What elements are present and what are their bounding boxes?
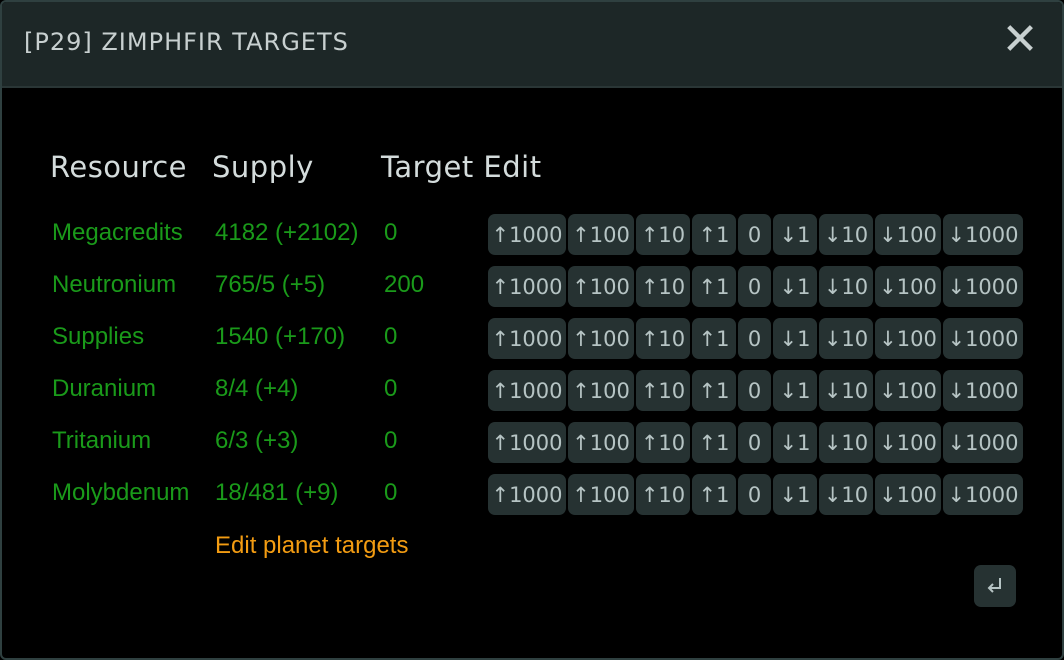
adjust-button[interactable]: ↓1000 bbox=[943, 214, 1023, 255]
adjust-button[interactable]: 0 bbox=[738, 474, 771, 515]
close-icon[interactable]: ✕ bbox=[1000, 18, 1040, 62]
target-value: 0 bbox=[384, 479, 398, 506]
adjust-button[interactable]: 0 bbox=[738, 422, 771, 463]
supply-value: 1540 (+170) bbox=[215, 323, 346, 350]
resource-name: Megacredits bbox=[52, 219, 183, 246]
adjust-button[interactable]: ↑10 bbox=[636, 474, 690, 515]
supply-value: 4182 (+2102) bbox=[215, 219, 359, 246]
adjust-button[interactable]: ↓1000 bbox=[943, 422, 1023, 463]
adjust-button[interactable]: ↑1000 bbox=[488, 422, 566, 463]
adjust-button[interactable]: ↓10 bbox=[819, 266, 873, 307]
target-adjust-buttons: ↑1000 ↑100 ↑10 ↑1 0 ↓1 ↓10 ↓100 ↓1000 bbox=[488, 214, 1023, 255]
target-adjust-buttons: ↑1000 ↑100 ↑10 ↑1 0 ↓1 ↓10 ↓100 ↓1000 bbox=[488, 370, 1023, 411]
adjust-button[interactable]: ↑1 bbox=[692, 214, 736, 255]
target-adjust-buttons: ↑1000 ↑100 ↑10 ↑1 0 ↓1 ↓10 ↓100 ↓1000 bbox=[488, 474, 1023, 515]
adjust-button[interactable]: ↓100 bbox=[875, 422, 941, 463]
adjust-button[interactable]: ↑10 bbox=[636, 266, 690, 307]
adjust-button[interactable]: 0 bbox=[738, 214, 771, 255]
header-supply: Supply bbox=[212, 150, 314, 184]
adjust-button[interactable]: ↓100 bbox=[875, 318, 941, 359]
enter-button[interactable] bbox=[974, 565, 1016, 607]
adjust-button[interactable]: ↓10 bbox=[819, 422, 873, 463]
adjust-button[interactable]: ↑100 bbox=[568, 214, 634, 255]
title-bar: [P29] ZIMPHFIR TARGETS ✕ bbox=[2, 2, 1062, 88]
target-value: 0 bbox=[384, 427, 398, 454]
adjust-button[interactable]: ↑10 bbox=[636, 214, 690, 255]
adjust-button[interactable]: ↑100 bbox=[568, 370, 634, 411]
header-resource: Resource bbox=[50, 150, 187, 184]
adjust-button[interactable]: ↓10 bbox=[819, 318, 873, 359]
target-value: 200 bbox=[384, 271, 425, 298]
target-value: 0 bbox=[384, 375, 398, 402]
adjust-button[interactable]: ↓100 bbox=[875, 474, 941, 515]
resource-name: Molybdenum bbox=[52, 479, 190, 506]
adjust-button[interactable]: ↑1 bbox=[692, 474, 736, 515]
adjust-button[interactable]: ↑10 bbox=[636, 422, 690, 463]
adjust-button[interactable]: ↓1 bbox=[773, 422, 817, 463]
resource-name: Tritanium bbox=[52, 427, 152, 454]
adjust-button[interactable]: ↓100 bbox=[875, 266, 941, 307]
adjust-button[interactable]: ↓10 bbox=[819, 214, 873, 255]
adjust-button[interactable]: ↑10 bbox=[636, 370, 690, 411]
resource-name: Duranium bbox=[52, 375, 157, 402]
dialog-title: [P29] ZIMPHFIR TARGETS bbox=[24, 28, 349, 56]
supply-value: 8/4 (+4) bbox=[215, 375, 299, 402]
adjust-button[interactable]: 0 bbox=[738, 318, 771, 359]
adjust-button[interactable]: ↑1000 bbox=[488, 318, 566, 359]
adjust-button[interactable]: ↓1 bbox=[773, 370, 817, 411]
target-adjust-buttons: ↑1000 ↑100 ↑10 ↑1 0 ↓1 ↓10 ↓100 ↓1000 bbox=[488, 266, 1023, 307]
adjust-button[interactable]: ↑100 bbox=[568, 318, 634, 359]
adjust-button[interactable]: ↑100 bbox=[568, 422, 634, 463]
return-icon bbox=[987, 578, 1001, 593]
supply-value: 18/481 (+9) bbox=[215, 479, 339, 506]
adjust-button[interactable]: ↓10 bbox=[819, 370, 873, 411]
target-adjust-buttons: ↑1000 ↑100 ↑10 ↑1 0 ↓1 ↓10 ↓100 ↓1000 bbox=[488, 422, 1023, 463]
edit-planet-targets-link[interactable]: Edit planet targets bbox=[215, 532, 408, 560]
adjust-button[interactable]: ↑1 bbox=[692, 318, 736, 359]
adjust-button[interactable]: ↑10 bbox=[636, 318, 690, 359]
adjust-button[interactable]: ↓1000 bbox=[943, 474, 1023, 515]
adjust-button[interactable]: ↑1000 bbox=[488, 370, 566, 411]
adjust-button[interactable]: ↓1000 bbox=[943, 318, 1023, 359]
target-value: 0 bbox=[384, 219, 398, 246]
target-adjust-buttons: ↑1000 ↑100 ↑10 ↑1 0 ↓1 ↓10 ↓100 ↓1000 bbox=[488, 318, 1023, 359]
adjust-button[interactable]: ↑100 bbox=[568, 266, 634, 307]
adjust-button[interactable]: ↑1000 bbox=[488, 214, 566, 255]
adjust-button[interactable]: 0 bbox=[738, 370, 771, 411]
header-target-edit: Target Edit bbox=[381, 150, 542, 184]
adjust-button[interactable]: ↓1000 bbox=[943, 370, 1023, 411]
adjust-button[interactable]: 0 bbox=[738, 266, 771, 307]
adjust-button[interactable]: ↓100 bbox=[875, 370, 941, 411]
supply-value: 765/5 (+5) bbox=[215, 271, 326, 298]
target-value: 0 bbox=[384, 323, 398, 350]
adjust-button[interactable]: ↑1 bbox=[692, 422, 736, 463]
adjust-button[interactable]: ↓1 bbox=[773, 318, 817, 359]
adjust-button[interactable]: ↑100 bbox=[568, 474, 634, 515]
adjust-button[interactable]: ↓1 bbox=[773, 266, 817, 307]
adjust-button[interactable]: ↓100 bbox=[875, 214, 941, 255]
adjust-button[interactable]: ↑1000 bbox=[488, 266, 566, 307]
adjust-button[interactable]: ↓1000 bbox=[943, 266, 1023, 307]
adjust-button[interactable]: ↓1 bbox=[773, 214, 817, 255]
adjust-button[interactable]: ↓10 bbox=[819, 474, 873, 515]
adjust-button[interactable]: ↑1000 bbox=[488, 474, 566, 515]
resource-name: Supplies bbox=[52, 323, 145, 350]
targets-dialog: [P29] ZIMPHFIR TARGETS ✕ Resource Supply… bbox=[0, 0, 1064, 660]
adjust-button[interactable]: ↑1 bbox=[692, 370, 736, 411]
resource-name: Neutronium bbox=[52, 271, 177, 298]
adjust-button[interactable]: ↓1 bbox=[773, 474, 817, 515]
supply-value: 6/3 (+3) bbox=[215, 427, 299, 454]
adjust-button[interactable]: ↑1 bbox=[692, 266, 736, 307]
